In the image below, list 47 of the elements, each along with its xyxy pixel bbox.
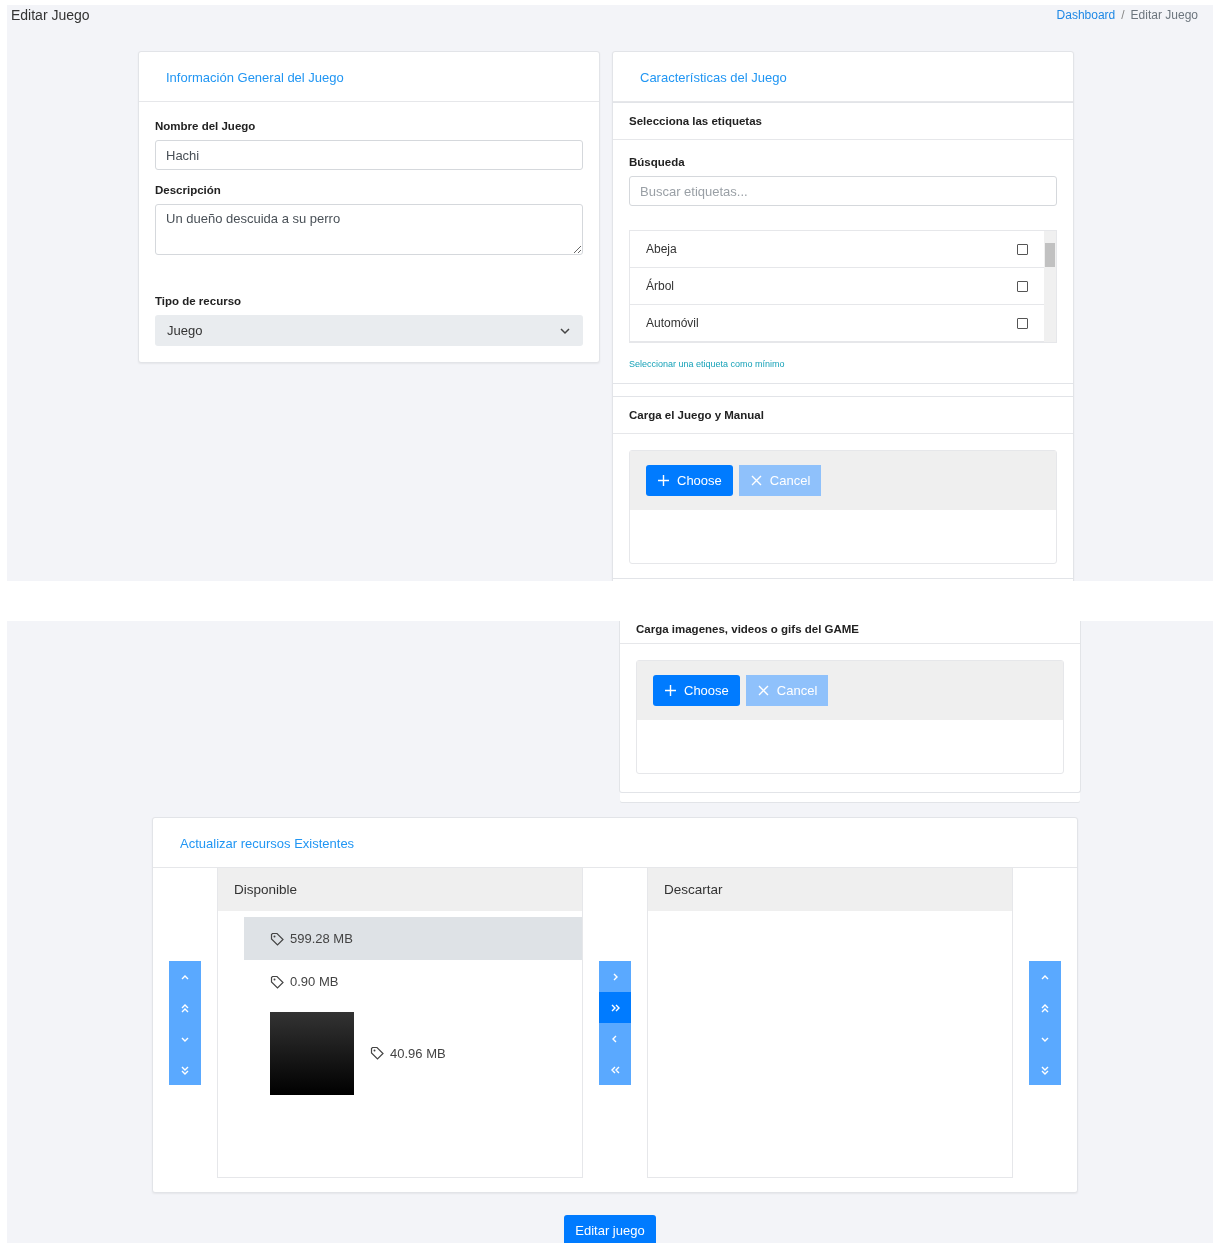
tag-label: Árbol xyxy=(646,279,674,293)
list-item[interactable]: 599.28 MB xyxy=(244,917,582,960)
checkbox[interactable] xyxy=(1017,280,1028,292)
resource-type-dropdown[interactable]: Juego xyxy=(155,315,583,346)
list-header: Disponible xyxy=(234,882,298,897)
field-label: Nombre del Juego xyxy=(155,120,257,132)
list-item[interactable]: 40.96 MB xyxy=(244,1003,582,1103)
search-field[interactable]: Buscar etiquetas... xyxy=(629,176,1057,206)
choose-button[interactable]: Choose xyxy=(646,465,733,496)
breadcrumb-current: Editar Juego xyxy=(1130,8,1198,22)
checkbox[interactable] xyxy=(1017,317,1028,329)
card-title: Información General del Juego xyxy=(166,70,344,85)
field-label: Búsqueda xyxy=(629,156,686,168)
tag-icon xyxy=(370,1046,384,1060)
scrollbar[interactable] xyxy=(1044,231,1056,342)
hint-text: Seleccionar una etiqueta como mínimo xyxy=(629,359,786,369)
list-header: Descartar xyxy=(664,882,723,897)
tag-label: Abeja xyxy=(646,242,677,256)
page-title: Editar Juego xyxy=(11,7,90,23)
plus-icon xyxy=(664,684,677,697)
tag-icon xyxy=(270,931,284,946)
panel-title: Selecciona las etiquetas xyxy=(629,115,762,127)
tag-icon xyxy=(270,974,284,989)
file-size: 0.90 MB xyxy=(290,974,339,989)
move-all-right-button[interactable] xyxy=(599,992,631,1023)
card-title: Actualizar recursos Existentes xyxy=(180,836,355,851)
field-label: Tipo de recurso xyxy=(155,295,243,307)
tag-label: Automóvil xyxy=(646,316,699,330)
tag-item[interactable]: Abeja xyxy=(630,231,1044,268)
plus-icon xyxy=(657,474,670,487)
tag-item[interactable]: Automóvil xyxy=(630,305,1044,342)
file-size: 599.28 MB xyxy=(290,931,353,946)
close-icon xyxy=(749,474,763,487)
list-item[interactable]: 0.90 MB xyxy=(244,960,582,1003)
choose-button[interactable]: Choose xyxy=(653,675,740,706)
tag-item[interactable]: Árbol xyxy=(630,268,1044,305)
field-label: Descripción xyxy=(155,184,222,196)
submit-button[interactable]: Editar juego xyxy=(564,1215,656,1243)
description-textarea[interactable]: Un dueño descuida a su perro xyxy=(155,204,583,255)
panel-title: Carga el Juego y Manual xyxy=(629,409,764,421)
close-icon xyxy=(756,684,770,697)
checkbox[interactable] xyxy=(1017,243,1028,255)
name-input[interactable]: Hachi xyxy=(155,140,583,170)
panel-title: Carga imagenes, videos o gifs del GAME xyxy=(636,623,860,635)
file-size: 40.96 MB xyxy=(390,1045,446,1061)
breadcrumb-separator: / xyxy=(1121,8,1125,22)
card-title: Características del Juego xyxy=(640,70,787,85)
